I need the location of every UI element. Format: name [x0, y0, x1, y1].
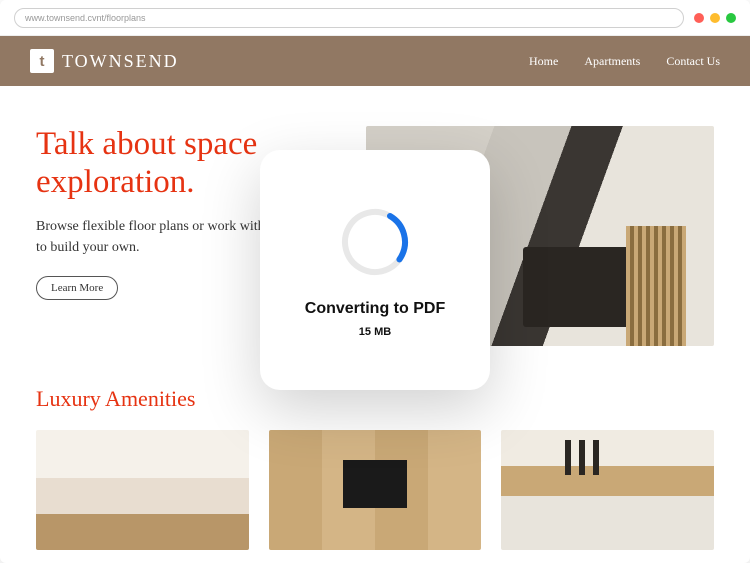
- maximize-icon[interactable]: [726, 13, 736, 23]
- nav-home[interactable]: Home: [529, 54, 558, 69]
- progress-spinner-icon: [335, 202, 415, 282]
- close-icon[interactable]: [694, 13, 704, 23]
- logo-icon: t: [30, 49, 54, 73]
- nav-apartments[interactable]: Apartments: [584, 54, 640, 69]
- url-bar[interactable]: www.townsend.cvnt/floorplans: [14, 8, 684, 28]
- browser-chrome: www.townsend.cvnt/floorplans: [0, 0, 750, 36]
- headline-line2: exploration.: [36, 164, 195, 200]
- minimize-icon[interactable]: [710, 13, 720, 23]
- nav-contact[interactable]: Contact Us: [666, 54, 720, 69]
- headline-line1: Talk about space: [36, 126, 257, 162]
- amenity-card[interactable]: [269, 430, 482, 550]
- amenity-card[interactable]: [36, 430, 249, 550]
- window-controls: [694, 13, 736, 23]
- brand[interactable]: t TOWNSEND: [30, 49, 179, 73]
- main-nav: Home Apartments Contact Us: [529, 54, 720, 69]
- modal-title: Converting to PDF: [305, 300, 445, 318]
- logo-letter: t: [40, 53, 45, 70]
- amenity-card[interactable]: [501, 430, 714, 550]
- url-text: www.townsend.cvnt/floorplans: [25, 13, 146, 23]
- conversion-modal: Converting to PDF 15 MB: [260, 150, 490, 390]
- modal-filesize: 15 MB: [359, 326, 391, 338]
- amenity-grid: [36, 430, 714, 550]
- brand-name: TOWNSEND: [62, 51, 179, 72]
- site-header: t TOWNSEND Home Apartments Contact Us: [0, 36, 750, 86]
- learn-more-button[interactable]: Learn More: [36, 276, 118, 300]
